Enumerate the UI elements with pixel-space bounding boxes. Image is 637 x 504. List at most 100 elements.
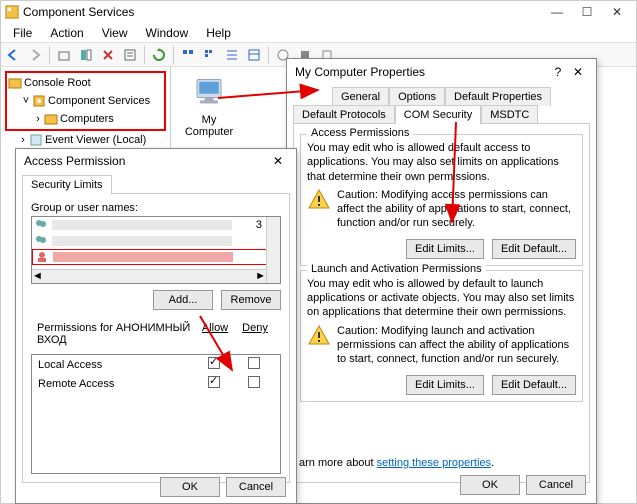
my-computer-item[interactable]: My Computer (179, 75, 239, 138)
list-item[interactable]: 3 (32, 217, 280, 233)
warning-text: Caution: Modifying launch and activation… (337, 324, 576, 367)
window-title: Component Services (23, 5, 542, 19)
access-permission-dialog: Access Permission ✕ Security Limits Grou… (15, 148, 297, 504)
my-computer-label: My Computer (179, 114, 239, 138)
view-list-button[interactable] (222, 45, 242, 65)
user-icon (35, 250, 49, 264)
tab-msdtc[interactable]: MSDTC (481, 105, 538, 124)
ok-button[interactable]: OK (160, 477, 220, 497)
access-dialog-title: Access Permission (24, 154, 268, 168)
perm-label: Local Access (38, 359, 194, 371)
expand-icon[interactable]: › (17, 134, 29, 146)
user-name-redacted (52, 236, 232, 246)
up-button[interactable] (54, 45, 74, 65)
launch-edit-limits-button[interactable]: Edit Limits... (406, 375, 484, 395)
perm-row-remote: Remote Access (32, 374, 280, 393)
close-button[interactable]: ✕ (568, 65, 588, 79)
properties-title: My Computer Properties (295, 65, 548, 79)
cancel-button[interactable]: Cancel (226, 477, 286, 497)
collapse-icon[interactable]: ˅ (20, 95, 32, 107)
perm-label: Remote Access (38, 378, 194, 390)
remote-deny-checkbox[interactable] (248, 376, 260, 388)
horizontal-scrollbar[interactable]: ◄► (32, 269, 266, 283)
tab-com-security[interactable]: COM Security (395, 105, 481, 124)
learn-more-text: arn more about (299, 457, 377, 469)
access-perm-text: You may edit who is allowed default acce… (307, 141, 576, 184)
folder-icon (44, 112, 58, 126)
edit-limits-button[interactable]: Edit Limits... (406, 239, 484, 259)
list-item[interactable] (32, 233, 280, 249)
refresh-button[interactable] (149, 45, 169, 65)
edit-default-button[interactable]: Edit Default... (492, 239, 576, 259)
learn-more: arn more about setting these properties. (299, 457, 494, 469)
ok-button[interactable]: OK (460, 475, 520, 495)
menu-file[interactable]: File (5, 24, 40, 42)
cancel-button[interactable]: Cancel (526, 475, 586, 495)
view-detail-button[interactable] (244, 45, 264, 65)
app-icon (5, 5, 19, 19)
launch-perm-warning: Caution: Modifying launch and activation… (307, 324, 576, 371)
menu-window[interactable]: Window (138, 24, 197, 42)
remove-button[interactable]: Remove (221, 290, 281, 310)
menu-action[interactable]: Action (42, 24, 91, 42)
group-users-list[interactable]: 3 ◄► (31, 216, 281, 284)
tab-default-protocols[interactable]: Default Protocols (293, 105, 395, 124)
properties-buttons: OK Cancel (460, 475, 586, 495)
launch-edit-default-button[interactable]: Edit Default... (492, 375, 576, 395)
com-security-panel: Access Permissions You may edit who is a… (293, 123, 590, 483)
access-permissions-group: Access Permissions You may edit who is a… (300, 134, 583, 266)
expand-icon[interactable]: › (32, 113, 44, 125)
tab-security-limits[interactable]: Security Limits (22, 175, 112, 194)
remote-allow-checkbox[interactable] (208, 376, 220, 388)
group-title: Access Permissions (307, 127, 413, 139)
properties-button[interactable] (120, 45, 140, 65)
local-allow-checkbox[interactable] (208, 357, 220, 369)
component-icon (32, 94, 46, 108)
tree-component-services[interactable]: ˅ Component Services (8, 92, 163, 110)
users-icon (34, 234, 48, 248)
view-small-button[interactable] (200, 45, 220, 65)
tab-default-properties[interactable]: Default Properties (445, 87, 551, 106)
launch-permissions-group: Launch and Activation Permissions You ma… (300, 270, 583, 402)
forward-button[interactable] (25, 45, 45, 65)
close-button[interactable]: ✕ (268, 154, 288, 168)
add-button[interactable]: Add... (153, 290, 213, 310)
warning-text: Caution: Modifying access permissions ca… (337, 188, 576, 231)
warning-icon (307, 324, 331, 348)
window-controls: — ☐ ✕ (542, 1, 632, 23)
access-dialog-title-bar: Access Permission ✕ (16, 149, 296, 173)
computer-icon (191, 75, 227, 111)
group-users-label: Group or user names: (31, 202, 281, 214)
tree-console-root[interactable]: Console Root (8, 74, 163, 92)
tree-event-viewer[interactable]: › Event Viewer (Local) (5, 131, 166, 149)
learn-more-link[interactable]: setting these properties (377, 457, 491, 469)
menu-help[interactable]: Help (198, 24, 239, 42)
warning-icon (307, 188, 331, 212)
tree-label: Event Viewer (Local) (45, 134, 146, 146)
delete-button[interactable] (98, 45, 118, 65)
close-button[interactable]: ✕ (602, 1, 632, 23)
view-large-button[interactable] (178, 45, 198, 65)
maximize-button[interactable]: ☐ (572, 1, 602, 23)
tree-computers[interactable]: › Computers (8, 110, 163, 128)
minimize-button[interactable]: — (542, 1, 572, 23)
menu-view[interactable]: View (94, 24, 136, 42)
properties-tabs: General Options Default Properties Defau… (293, 87, 590, 123)
permissions-table: Local Access Remote Access (31, 354, 281, 474)
tab-options[interactable]: Options (389, 87, 445, 106)
allow-column: Allow (195, 322, 235, 346)
security-limits-panel: Group or user names: 3 ◄► Add... Remove (22, 193, 290, 483)
help-button[interactable]: ? (548, 65, 568, 79)
vertical-scrollbar[interactable] (266, 217, 280, 283)
access-dialog-tabs: Security Limits (22, 175, 290, 193)
user-name-redacted (53, 252, 233, 262)
back-button[interactable] (3, 45, 23, 65)
tab-general[interactable]: General (332, 87, 389, 106)
local-deny-checkbox[interactable] (248, 357, 260, 369)
list-item-selected[interactable] (32, 249, 280, 265)
show-hide-button[interactable] (76, 45, 96, 65)
users-icon (34, 218, 48, 232)
permissions-for-label: Permissions for АНОНИМНЫЙ ВХОД (37, 322, 195, 346)
access-dialog-buttons: OK Cancel (160, 477, 286, 497)
properties-title-bar: My Computer Properties ? ✕ (287, 59, 596, 85)
